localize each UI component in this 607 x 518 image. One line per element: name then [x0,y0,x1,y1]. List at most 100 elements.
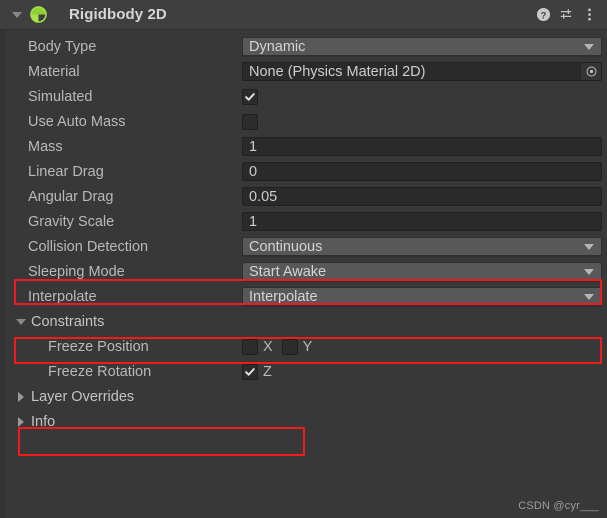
freeze-position-y-checkbox[interactable] [281,338,298,355]
sleeping-mode-dropdown[interactable]: Start Awake [242,262,602,281]
sleeping-mode-value: Start Awake [249,263,327,280]
label-freeze-position: Freeze Position [48,338,149,355]
material-value: None (Physics Material 2D) [249,63,426,80]
svg-text:?: ? [540,10,546,20]
freeze-rotation-z-checkbox[interactable] [242,363,258,380]
use-auto-mass-checkbox[interactable] [242,113,258,130]
row-body-type: Body Type Dynamic [0,34,607,59]
help-button[interactable]: ? [533,4,553,26]
row-gravity-scale: Gravity Scale 1 [0,209,607,234]
label-simulated: Simulated [28,88,93,105]
chevron-down-icon [584,293,594,300]
chevron-down-icon [584,268,594,275]
component-foldout-toggle[interactable] [10,0,23,30]
linear-drag-control: 0 [242,162,602,181]
info-foldout[interactable]: Info [0,409,607,434]
row-linear-drag: Linear Drag 0 [0,159,607,184]
mass-control: 1 [242,137,602,156]
body-type-control: Dynamic [242,37,602,56]
body-type-dropdown[interactable]: Dynamic [242,37,602,56]
angular-drag-input[interactable]: 0.05 [242,187,602,206]
material-object-field[interactable]: None (Physics Material 2D) [242,62,602,81]
gravity-scale-input[interactable]: 1 [242,212,602,231]
context-menu-button[interactable] [579,4,599,26]
inspector-body: Body Type Dynamic Material None (Physics… [0,30,607,434]
label-freeze-rotation: Freeze Rotation [48,363,152,380]
component-header[interactable]: Rigidbody 2D ? [0,0,607,30]
info-foldout-toggle[interactable] [14,416,27,427]
interpolate-value: Interpolate [249,288,318,305]
chevron-down-icon [15,318,26,325]
angular-drag-control: 0.05 [242,187,602,206]
sleeping-mode-control: Start Awake [242,262,602,281]
label-interpolate: Interpolate [28,288,97,305]
freeze-rotation-control: Z [242,363,281,380]
check-icon [245,367,255,376]
mass-value: 1 [249,138,258,155]
component-title: Rigidbody 2D [69,6,167,23]
freeze-position-x-checkbox[interactable] [242,338,258,355]
row-freeze-rotation: Freeze Rotation Z [0,359,607,384]
gravity-scale-value: 1 [249,213,258,230]
collision-detection-value: Continuous [249,238,323,255]
simulated-checkbox[interactable] [242,88,258,105]
simulated-control [242,88,258,105]
chevron-down-icon [584,43,594,50]
row-collision-detection: Collision Detection Continuous [0,234,607,259]
label-angular-drag: Angular Drag [28,188,114,205]
interpolate-dropdown[interactable]: Interpolate [242,287,602,306]
gravity-scale-control: 1 [242,212,602,231]
rigidbody2d-inspector-panel: Rigidbody 2D ? Body Type Dynamic Materia… [0,0,607,518]
freeze-rotation-z-label: Z [263,363,272,380]
interpolate-control: Interpolate [242,287,602,306]
linear-drag-input[interactable]: 0 [242,162,602,181]
constraints-foldout[interactable]: Constraints [0,309,607,334]
layer-overrides-foldout-toggle[interactable] [14,391,27,402]
row-sleeping-mode: Sleeping Mode Start Awake [0,259,607,284]
preset-settings-icon [560,9,571,19]
row-material: Material None (Physics Material 2D) [0,59,607,84]
label-mass: Mass [28,138,63,155]
check-icon [245,92,255,101]
layer-overrides-label: Layer Overrides [31,388,135,405]
label-body-type: Body Type [28,38,97,55]
row-simulated: Simulated [0,84,607,109]
watermark: CSDN @cyr___ [518,500,599,512]
freeze-position-y-label: Y [302,338,313,355]
row-freeze-position: Freeze Position X Y [0,334,607,359]
chevron-down-icon [11,11,22,18]
use-auto-mass-control [242,113,258,130]
row-use-auto-mass: Use Auto Mass [0,109,607,134]
freeze-position-x-label: X [263,338,273,355]
help-icon: ? [536,7,550,22]
info-label: Info [31,413,56,430]
chevron-right-icon [17,391,24,402]
label-material: Material [28,63,80,80]
freeze-position-control: X Y [242,338,321,355]
object-picker-icon [586,66,596,77]
row-mass: Mass 1 [0,134,607,159]
label-linear-drag: Linear Drag [28,163,104,180]
row-interpolate: Interpolate Interpolate [0,284,607,309]
layer-overrides-foldout[interactable]: Layer Overrides [0,384,607,409]
collision-detection-control: Continuous [242,237,602,256]
label-gravity-scale: Gravity Scale [28,213,115,230]
material-control: None (Physics Material 2D) [242,62,602,81]
preset-button[interactable] [556,4,576,26]
row-angular-drag: Angular Drag 0.05 [0,184,607,209]
mass-input[interactable]: 1 [242,137,602,156]
angular-drag-value: 0.05 [249,188,278,205]
linear-drag-value: 0 [249,163,258,180]
label-sleeping-mode: Sleeping Mode [28,263,125,280]
chevron-down-icon [584,243,594,250]
rigidbody2d-icon [30,6,47,23]
constraints-label: Constraints [31,313,105,330]
collision-detection-dropdown[interactable]: Continuous [242,237,602,256]
constraints-foldout-toggle[interactable] [14,318,27,325]
label-use-auto-mass: Use Auto Mass [28,113,126,130]
more-vertical-icon [587,8,591,21]
label-collision-detection: Collision Detection [28,238,149,255]
body-type-value: Dynamic [249,38,306,55]
object-picker-button[interactable] [580,63,601,80]
chevron-right-icon [17,416,24,427]
